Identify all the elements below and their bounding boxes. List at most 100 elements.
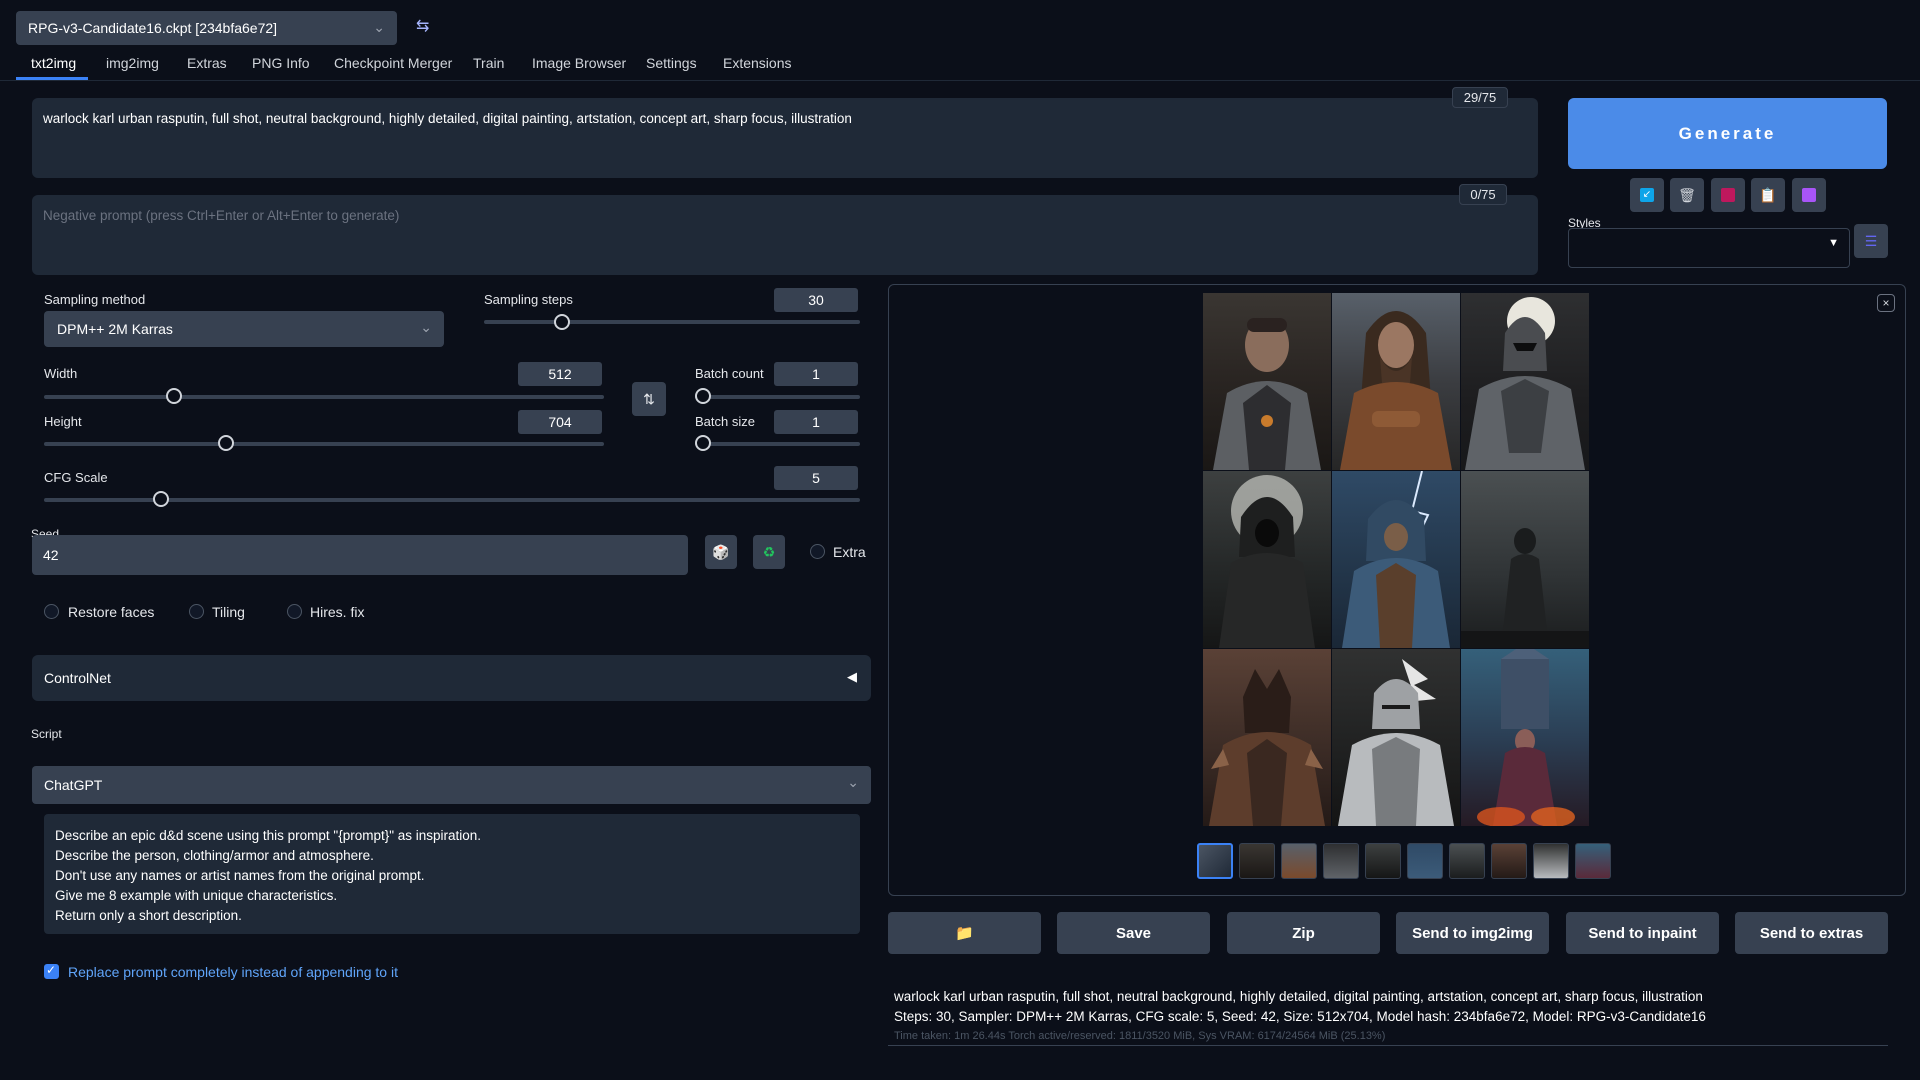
- tab-train[interactable]: Train: [473, 55, 504, 71]
- folder-icon: 📁: [955, 925, 974, 942]
- save-style-icon[interactable]: [1792, 178, 1826, 212]
- sampling-steps-knob[interactable]: [554, 314, 570, 330]
- cfg-scale-input[interactable]: 5: [774, 466, 858, 490]
- gallery-image[interactable]: [1203, 293, 1331, 470]
- controlnet-accordion[interactable]: ControlNet ◀: [32, 655, 871, 701]
- width-slider[interactable]: [44, 395, 604, 399]
- tab-img2img[interactable]: img2img: [106, 55, 159, 71]
- thumbnail[interactable]: [1323, 843, 1359, 879]
- tab-extras[interactable]: Extras: [187, 55, 227, 71]
- styles-select[interactable]: ▼: [1568, 228, 1850, 268]
- width-input[interactable]: 512: [518, 362, 602, 386]
- seed-input[interactable]: 42: [32, 535, 688, 575]
- thumbnail[interactable]: [1407, 843, 1443, 879]
- hires-fix-checkbox[interactable]: [287, 604, 302, 619]
- chevron-down-icon: ⌄: [847, 774, 859, 790]
- sampling-steps-input[interactable]: 30: [774, 288, 858, 312]
- gallery-image[interactable]: [1203, 471, 1331, 648]
- script-label: Script: [31, 727, 62, 741]
- refresh-checkpoint-icon[interactable]: ⇆: [416, 16, 438, 38]
- sampling-method-label: Sampling method: [44, 292, 146, 307]
- send-to-inpaint-button[interactable]: Send to inpaint: [1566, 912, 1719, 954]
- generate-label: Generate: [1678, 123, 1777, 143]
- tab-image-browser[interactable]: Image Browser: [532, 55, 626, 71]
- script-value: ChatGPT: [44, 777, 103, 793]
- negative-prompt-textarea[interactable]: Negative prompt (press Ctrl+Enter or Alt…: [32, 195, 1538, 275]
- gallery-image[interactable]: [1332, 293, 1460, 470]
- tab-png-info[interactable]: PNG Info: [252, 55, 310, 71]
- gallery-image[interactable]: [1332, 649, 1460, 826]
- thumbnail[interactable]: [1281, 843, 1317, 879]
- generate-button[interactable]: Generate: [1568, 98, 1887, 169]
- chevron-down-icon: ⌄: [420, 319, 432, 335]
- save-button[interactable]: Save: [1057, 912, 1210, 954]
- thumbnail[interactable]: [1239, 843, 1275, 879]
- send-to-img2img-button[interactable]: Send to img2img: [1396, 912, 1549, 954]
- gallery-image[interactable]: [1332, 471, 1460, 648]
- height-label: Height: [44, 414, 82, 429]
- batch-size-knob[interactable]: [695, 435, 711, 451]
- negative-token-counter: 0/75: [1459, 184, 1507, 205]
- apply-style-icon[interactable]: ☰: [1854, 224, 1888, 258]
- send-to-extras-button[interactable]: Send to extras: [1735, 912, 1888, 954]
- thumbnail[interactable]: [1365, 843, 1401, 879]
- swap-dimensions-icon[interactable]: ⇅: [632, 382, 666, 416]
- generation-info: warlock karl urban rasputin, full shot, …: [894, 987, 1888, 1045]
- thumbnail-grid[interactable]: [1197, 843, 1233, 879]
- info-divider: [888, 1045, 1888, 1046]
- sampling-method-select[interactable]: DPM++ 2M Karras ⌄: [44, 311, 444, 347]
- thumbnail[interactable]: [1533, 843, 1569, 879]
- gallery-image[interactable]: [1461, 649, 1589, 826]
- script-line: Describe the person, clothing/armor and …: [55, 848, 374, 863]
- gallery-image[interactable]: [1461, 293, 1589, 470]
- batch-count-label: Batch count: [695, 366, 764, 381]
- thumbnail[interactable]: [1491, 843, 1527, 879]
- negative-prompt-placeholder: Negative prompt (press Ctrl+Enter or Alt…: [43, 208, 400, 223]
- tab-txt2img[interactable]: txt2img: [31, 55, 76, 71]
- tiling-checkbox[interactable]: [189, 604, 204, 619]
- prompt-text: warlock karl urban rasputin, full shot, …: [43, 111, 852, 126]
- gallery-image[interactable]: [1203, 649, 1331, 826]
- script-textarea[interactable]: Describe an epic d&d scene using this pr…: [44, 814, 860, 934]
- open-folder-button[interactable]: 📁: [888, 912, 1041, 954]
- tab-extensions[interactable]: Extensions: [723, 55, 791, 71]
- read-params-icon[interactable]: ↙: [1630, 178, 1664, 212]
- reuse-seed-icon[interactable]: ♻: [753, 535, 785, 569]
- batch-size-input[interactable]: 1: [774, 410, 858, 434]
- extra-networks-icon[interactable]: [1711, 178, 1745, 212]
- trash-icon[interactable]: 🗑: [1670, 178, 1704, 212]
- batch-size-label: Batch size: [695, 414, 755, 429]
- replace-prompt-checkbox[interactable]: [44, 963, 59, 979]
- tab-checkpoint-merger[interactable]: Checkpoint Merger: [334, 55, 452, 71]
- checkpoint-select[interactable]: RPG-v3-Candidate16.ckpt [234bfa6e72] ⌄: [16, 11, 397, 45]
- height-slider[interactable]: [44, 442, 604, 446]
- height-input[interactable]: 704: [518, 410, 602, 434]
- batch-size-slider[interactable]: [695, 442, 860, 446]
- width-knob[interactable]: [166, 388, 182, 404]
- thumbnail[interactable]: [1575, 843, 1611, 879]
- clipboard-icon[interactable]: 📋: [1751, 178, 1785, 212]
- hires-fix-label: Hires. fix: [310, 604, 365, 620]
- script-select[interactable]: ChatGPT ⌄: [32, 766, 871, 804]
- height-knob[interactable]: [218, 435, 234, 451]
- replace-prompt-label: Replace prompt completely instead of app…: [68, 964, 398, 980]
- script-line: Give me 8 example with unique characteri…: [55, 888, 338, 903]
- tab-settings[interactable]: Settings: [646, 55, 697, 71]
- cfg-scale-label: CFG Scale: [44, 470, 108, 485]
- close-icon[interactable]: ×: [1877, 294, 1895, 312]
- chevron-down-icon: ⌄: [373, 19, 385, 35]
- batch-count-slider[interactable]: [695, 395, 860, 399]
- cfg-scale-knob[interactable]: [153, 491, 169, 507]
- sampling-steps-slider[interactable]: [484, 320, 860, 324]
- random-seed-icon[interactable]: 🎲: [705, 535, 737, 569]
- script-line: Don't use any names or artist names from…: [55, 868, 425, 883]
- batch-count-input[interactable]: 1: [774, 362, 858, 386]
- prompt-textarea[interactable]: warlock karl urban rasputin, full shot, …: [32, 98, 1538, 178]
- restore-faces-checkbox[interactable]: [44, 604, 59, 619]
- extra-checkbox[interactable]: [810, 544, 825, 559]
- batch-count-knob[interactable]: [695, 388, 711, 404]
- zip-button[interactable]: Zip: [1227, 912, 1380, 954]
- thumbnail[interactable]: [1449, 843, 1485, 879]
- seed-value: 42: [43, 547, 59, 563]
- gallery-image[interactable]: [1461, 471, 1589, 648]
